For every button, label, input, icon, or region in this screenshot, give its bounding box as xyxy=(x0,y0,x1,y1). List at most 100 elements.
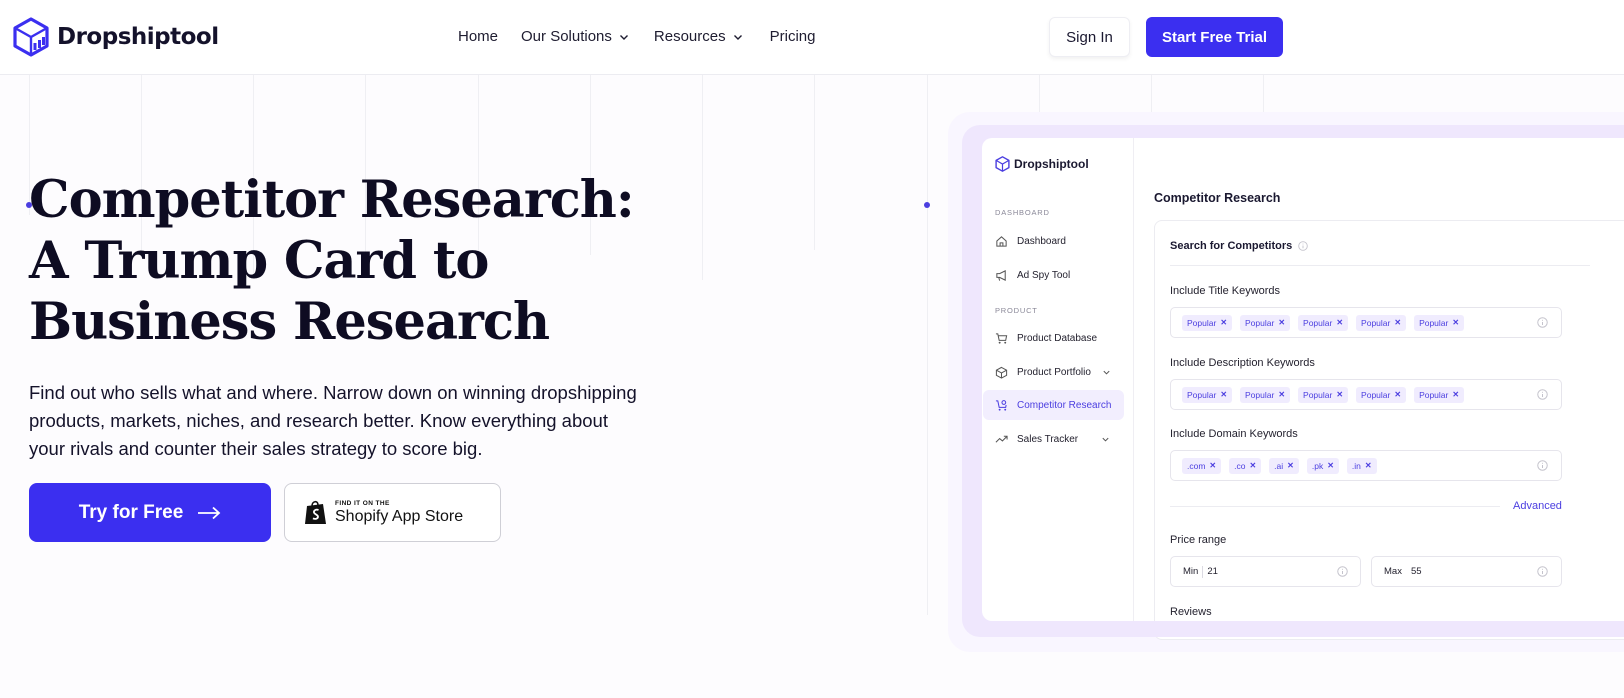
cube-chart-icon xyxy=(995,156,1010,172)
min-label: Min xyxy=(1183,566,1199,577)
keyword-tag[interactable]: Popular ✕ xyxy=(1298,314,1349,331)
remove-tag-icon[interactable]: ✕ xyxy=(1220,390,1227,399)
chevron-down-icon xyxy=(1103,370,1110,375)
try-for-free-button[interactable]: Try for Free xyxy=(29,483,271,542)
mockup-frame-bottom xyxy=(982,621,1134,637)
tag-text: Popular xyxy=(1303,389,1333,400)
info-icon xyxy=(1537,460,1548,471)
sidebar-section-product: PRODUCT xyxy=(995,306,1038,315)
remove-tag-icon[interactable]: ✕ xyxy=(1336,318,1343,327)
home-icon xyxy=(996,235,1007,247)
sidebar-item-label: Sales Tracker xyxy=(1017,433,1079,445)
title-keywords-input[interactable]: Popular ✕ Popular ✕ Popular ✕ Popular ✕ Popu… xyxy=(1170,307,1562,338)
mockup-page-title: Competitor Research xyxy=(1154,191,1281,205)
nav-pricing-label: Pricing xyxy=(769,28,816,45)
nav-our-solutions[interactable]: Our Solutions xyxy=(521,28,630,45)
start-free-trial-button[interactable]: Start Free Trial xyxy=(1146,17,1283,57)
remove-tag-icon[interactable]: ✕ xyxy=(1220,318,1227,327)
remove-tag-icon[interactable]: ✕ xyxy=(1278,390,1285,399)
nav-resources[interactable]: Resources xyxy=(654,28,744,45)
megaphone-icon xyxy=(996,269,1006,281)
price-max-input[interactable]: Max 55 xyxy=(1371,556,1562,587)
mockup-brand-name: Dropshiptool xyxy=(1014,157,1089,171)
cart-icon xyxy=(995,332,1008,344)
keyword-tag[interactable]: Popular ✕ xyxy=(1414,386,1465,403)
tag-text: Popular xyxy=(1187,389,1217,400)
grid-line xyxy=(702,75,703,280)
info-icon xyxy=(1298,241,1309,251)
shopify-small-text: FIND IT ON THE xyxy=(335,499,390,507)
tag-text: Popular xyxy=(1245,317,1275,328)
main-nav: Home Our Solutions Resources Pricing xyxy=(458,28,815,45)
sidebar-item-product-portfolio[interactable]: Product Portfolio xyxy=(993,357,1124,387)
sidebar-item-sales-tracker[interactable]: Sales Tracker xyxy=(993,424,1124,454)
card-divider xyxy=(1170,265,1590,266)
remove-tag-icon[interactable]: ✕ xyxy=(1278,318,1285,327)
keyword-tag[interactable]: Popular ✕ xyxy=(1356,386,1407,403)
brand-logo[interactable]: Dropshiptool xyxy=(13,17,219,57)
keyword-tag[interactable]: .ai ✕ xyxy=(1269,457,1299,474)
remove-tag-icon[interactable]: ✕ xyxy=(1452,390,1459,399)
remove-tag-icon[interactable]: ✕ xyxy=(1365,461,1372,470)
remove-tag-icon[interactable]: ✕ xyxy=(1452,318,1459,327)
shopify-bag-icon xyxy=(305,500,326,524)
keyword-tag[interactable]: Popular ✕ xyxy=(1240,386,1291,403)
cart-search-icon xyxy=(995,399,1007,411)
sign-in-button[interactable]: Sign In xyxy=(1049,17,1130,57)
card-title: Search for Competitors xyxy=(1170,240,1309,252)
keyword-tag[interactable]: Popular ✕ xyxy=(1182,314,1233,331)
decor-dot xyxy=(924,202,930,208)
sidebar-item-ad-spy-tool[interactable]: Ad Spy Tool xyxy=(993,260,1124,290)
keyword-tag[interactable]: .co ✕ xyxy=(1229,457,1262,474)
remove-tag-icon[interactable]: ✕ xyxy=(1336,390,1343,399)
keyword-tag[interactable]: Popular ✕ xyxy=(1414,314,1465,331)
mockup-logo: Dropshiptool xyxy=(995,156,1089,172)
title-keywords-label: Include Title Keywords xyxy=(1170,285,1281,297)
trend-up-icon xyxy=(995,435,1008,443)
info-icon xyxy=(1337,566,1348,577)
remove-tag-icon[interactable]: ✕ xyxy=(1394,318,1401,327)
reviews-label: Reviews xyxy=(1170,606,1212,618)
brand-name: Dropshiptool xyxy=(57,24,219,50)
nav-home[interactable]: Home xyxy=(458,28,498,45)
try-for-free-label: Try for Free xyxy=(78,501,184,523)
tag-text: Popular xyxy=(1187,317,1217,328)
box-icon xyxy=(995,366,1008,379)
sidebar-item-product-database[interactable]: Product Database xyxy=(993,323,1124,353)
keyword-tag[interactable]: .com ✕ xyxy=(1182,457,1222,474)
arrow-right-icon xyxy=(198,506,221,519)
shopify-app-store-button[interactable]: FIND IT ON THE Shopify App Store xyxy=(284,483,501,542)
nav-pricing[interactable]: Pricing xyxy=(770,28,816,45)
nav-our-solutions-label: Our Solutions xyxy=(521,28,612,45)
mockup-frame-bottom xyxy=(1134,621,1624,637)
tag-text: Popular xyxy=(1361,389,1391,400)
keyword-tag[interactable]: Popular ✕ xyxy=(1356,314,1407,331)
keyword-tag[interactable]: Popular ✕ xyxy=(1240,314,1291,331)
remove-tag-icon[interactable]: ✕ xyxy=(1327,461,1334,470)
sidebar-item-dashboard[interactable]: Dashboard xyxy=(993,226,1124,256)
tag-text: .co xyxy=(1234,460,1246,471)
tag-text: .in xyxy=(1351,460,1361,471)
site-header: Dropshiptool Home Our Solutions Resource… xyxy=(0,0,1624,75)
tag-text: Popular xyxy=(1419,389,1449,400)
min-value: 21 xyxy=(1207,566,1218,577)
keyword-tag[interactable]: Popular ✕ xyxy=(1182,386,1233,403)
tag-text: Popular xyxy=(1303,317,1333,328)
sidebar-item-label: Dashboard xyxy=(1017,235,1066,247)
remove-tag-icon[interactable]: ✕ xyxy=(1287,461,1294,470)
nav-resources-label: Resources xyxy=(653,28,726,45)
hero-title: Competitor Research: A Trump Card to Bus… xyxy=(29,170,635,352)
keyword-tag[interactable]: .in ✕ xyxy=(1346,457,1377,474)
keyword-tag[interactable]: Popular ✕ xyxy=(1298,386,1349,403)
description-keywords-input[interactable]: Popular ✕ Popular ✕ Popular ✕ Popular ✕ Popu… xyxy=(1170,379,1562,410)
price-min-input[interactable]: Min 21 xyxy=(1170,556,1361,587)
advanced-link[interactable]: Advanced xyxy=(1513,500,1562,512)
sidebar-item-competitor-research[interactable]: Competitor Research xyxy=(983,390,1124,420)
remove-tag-icon[interactable]: ✕ xyxy=(1209,461,1216,470)
domain-keywords-input[interactable]: .com ✕ .co ✕ .ai ✕ .pk ✕ .in ✕ xyxy=(1170,450,1562,481)
tag-text: .com xyxy=(1187,460,1206,471)
domain-keywords-label: Include Domain Keywords xyxy=(1170,428,1298,440)
keyword-tag[interactable]: .pk ✕ xyxy=(1306,457,1339,474)
remove-tag-icon[interactable]: ✕ xyxy=(1249,461,1256,470)
remove-tag-icon[interactable]: ✕ xyxy=(1394,390,1401,399)
